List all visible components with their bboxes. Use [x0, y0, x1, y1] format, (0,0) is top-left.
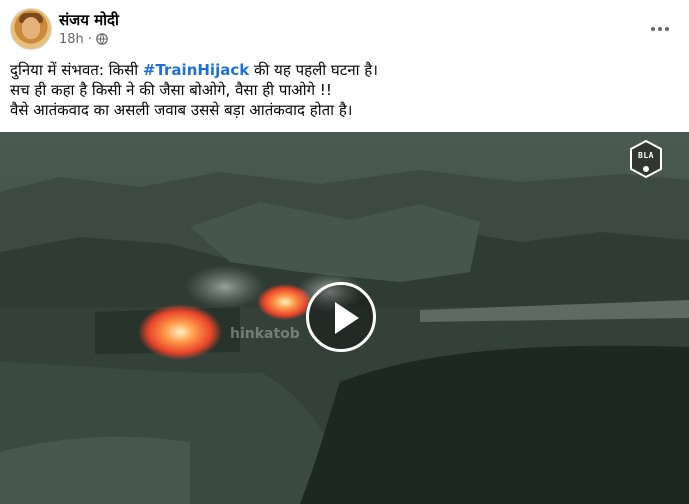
- meta-separator: ·: [87, 31, 92, 47]
- post-text-line-3: वैसे आतंकवाद का असली जवाब उससे बड़ा आतंक…: [10, 101, 353, 119]
- play-button[interactable]: [306, 282, 376, 352]
- post-timestamp[interactable]: 18h: [59, 32, 84, 47]
- smoke-cloud: [185, 265, 265, 309]
- post-text: दुनिया में संभवत: किसी #TrainHijack की य…: [10, 60, 680, 120]
- video-watermark: hinkatob: [230, 326, 300, 342]
- hashtag-link[interactable]: #TrainHijack: [143, 61, 249, 79]
- author-avatar[interactable]: [10, 8, 52, 50]
- explosion-fire: [138, 304, 222, 360]
- post-text-segment: की यह पहली घटना है।: [253, 61, 378, 79]
- post-text-line-1: दुनिया में संभवत: किसी #TrainHijack की य…: [10, 60, 680, 80]
- author-name[interactable]: संजय मोदी: [59, 10, 119, 30]
- post-header: संजय मोदी 18h ·: [0, 0, 689, 56]
- post-text-segment: दुनिया में संभवत: किसी: [10, 61, 139, 79]
- avatar-face: [22, 17, 40, 39]
- bla-badge: BLA: [629, 140, 663, 178]
- post-meta: 18h ·: [59, 31, 108, 47]
- post-text-line-2: सच ही कहा है किसी ने की जैसा बोओगे, वैसा…: [10, 81, 332, 99]
- more-options-icon[interactable]: [646, 15, 674, 43]
- globe-icon[interactable]: [96, 33, 108, 45]
- video-player[interactable]: BLA hinkatob: [0, 132, 689, 504]
- bla-badge-text: BLA: [638, 151, 654, 160]
- foreground-ground: [0, 436, 190, 504]
- play-icon[interactable]: [335, 302, 359, 334]
